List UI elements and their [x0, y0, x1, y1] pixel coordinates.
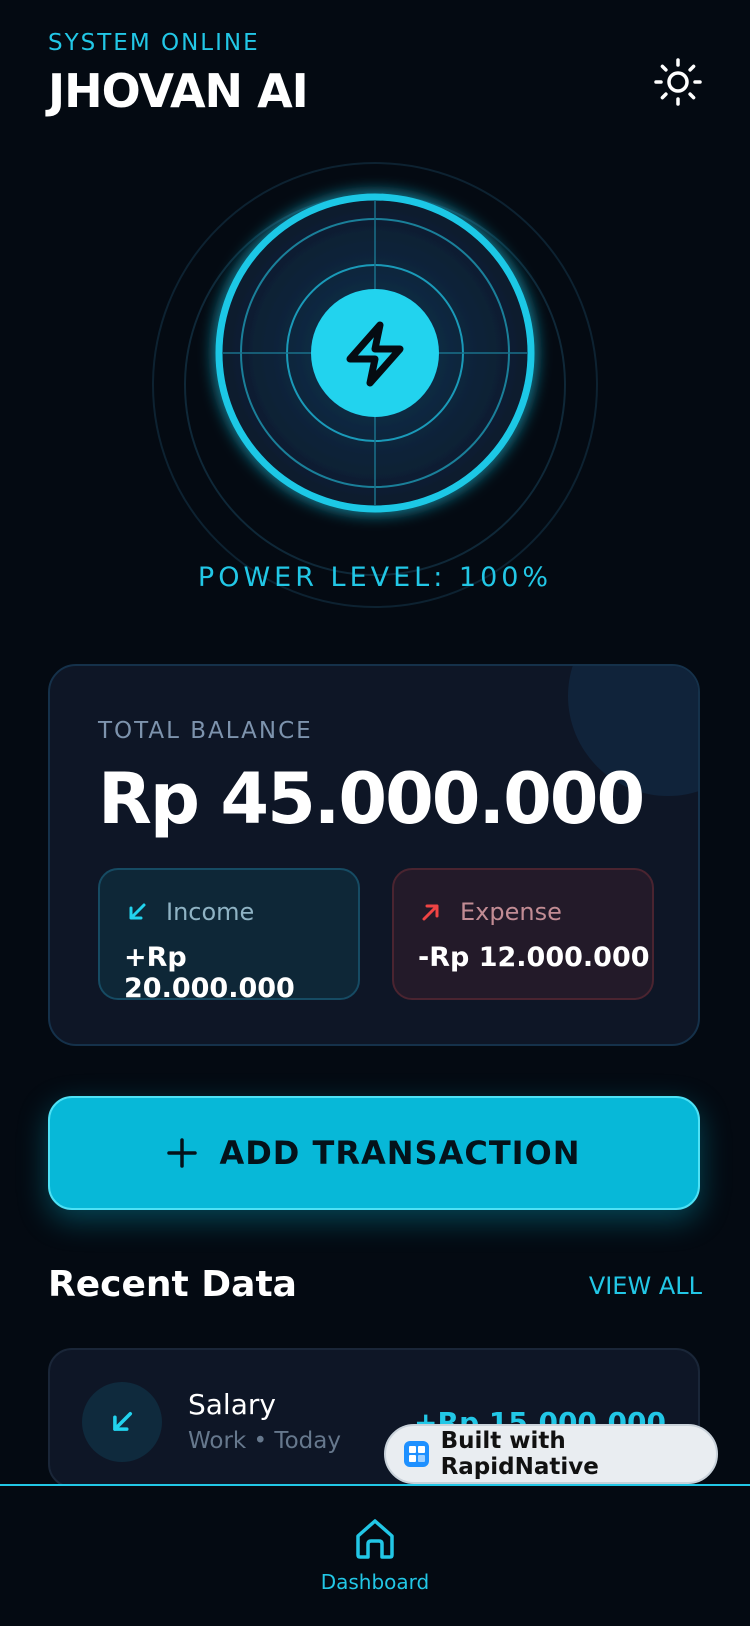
- built-with-badge[interactable]: Built with RapidNative: [384, 1424, 718, 1484]
- home-icon: [356, 1519, 394, 1559]
- reactor-core: [311, 289, 439, 417]
- nav-label-dashboard: Dashboard: [320, 1570, 430, 1594]
- expense-value: -Rp 12.000.000: [418, 942, 650, 973]
- header: SYSTEM ONLINE JHOVAN AI: [48, 30, 309, 118]
- arrow-up-right-icon: [422, 904, 439, 921]
- transaction-name: Salary: [188, 1388, 276, 1421]
- app-title: JHOVAN AI: [48, 64, 309, 118]
- total-balance-label: TOTAL BALANCE: [98, 718, 313, 744]
- arrow-down-left-icon: [129, 903, 146, 920]
- income-value: +Rp 20.000.000: [124, 942, 295, 1004]
- expense-summary: Expense -Rp 12.000.000: [392, 868, 654, 1000]
- rapidnative-logo-icon: [404, 1441, 429, 1467]
- transaction-meta: Work • Today: [188, 1428, 341, 1454]
- transaction-icon: [82, 1382, 162, 1462]
- bottom-navigation: Dashboard: [0, 1484, 750, 1626]
- income-label: Income: [166, 898, 255, 926]
- income-summary: Income +Rp 20.000.000: [98, 868, 360, 1004]
- plus-icon: [167, 1138, 198, 1168]
- system-status: SYSTEM ONLINE: [48, 30, 260, 56]
- power-level-label: POWER LEVEL: 100%: [197, 562, 553, 593]
- total-balance-value: Rp 45.000.000: [98, 758, 645, 840]
- expense-label: Expense: [460, 898, 562, 926]
- view-all-link[interactable]: VIEW ALL: [589, 1272, 702, 1300]
- power-reactor: [152, 162, 598, 608]
- arrow-down-left-icon: [113, 1411, 133, 1431]
- badge-label: Built with RapidNative: [440, 1428, 599, 1480]
- sun-icon[interactable]: [652, 56, 704, 108]
- add-transaction-button[interactable]: ADD TRANSACTION: [48, 1096, 700, 1210]
- recent-data-title: Recent Data: [48, 1264, 297, 1305]
- add-transaction-label: ADD TRANSACTION: [219, 1134, 581, 1172]
- balance-card: TOTAL BALANCE Rp 45.000.000 Income +Rp 2…: [48, 664, 700, 1046]
- nav-item-dashboard[interactable]: Dashboard: [0, 1516, 750, 1594]
